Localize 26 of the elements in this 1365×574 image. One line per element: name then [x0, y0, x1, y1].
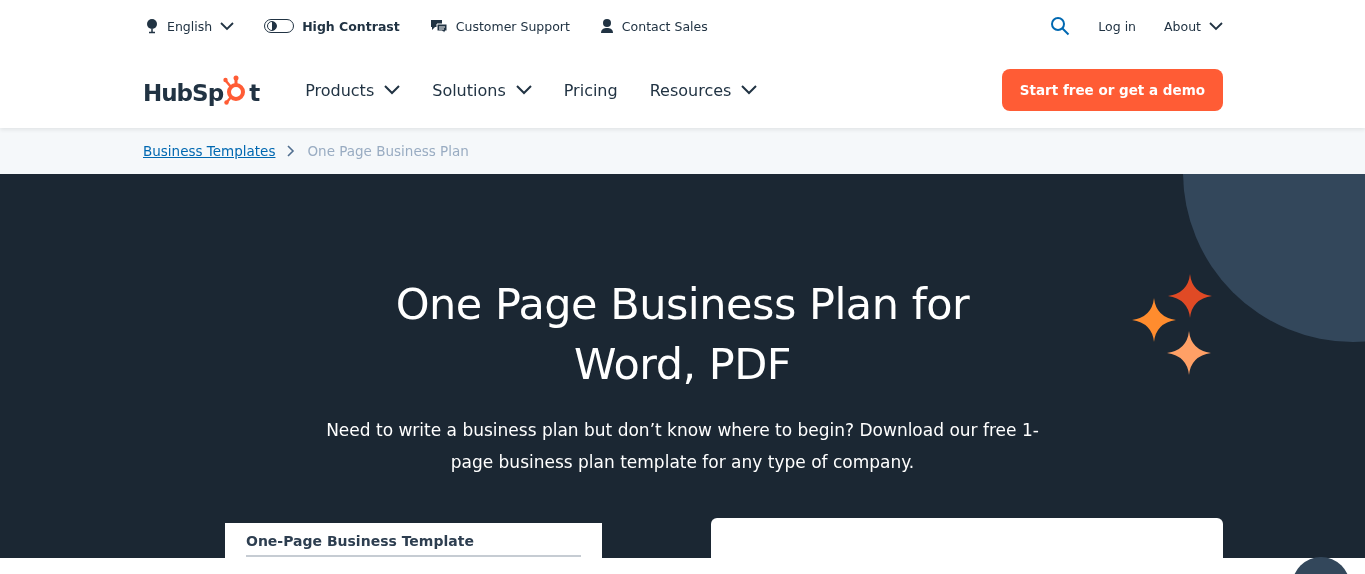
hero-description: Need to write a business plan but don’t know where to begin? Download our free 1-page business plan template for any type of company. — [325, 419, 1040, 474]
page-title: One Page Business Plan for Word, PDF — [395, 278, 970, 391]
chevron-down-icon — [1209, 21, 1223, 31]
search-icon[interactable] — [1050, 16, 1071, 36]
login-link[interactable]: Log in — [1098, 18, 1137, 34]
globe-icon — [145, 18, 159, 34]
person-icon — [599, 18, 614, 34]
nav-menu-item[interactable]: Solutions — [432, 80, 532, 100]
breadcrumb-current: One Page Business Plan — [307, 143, 469, 159]
nav-menu-item[interactable]: Resources — [649, 80, 758, 100]
chevron-down-icon — [741, 85, 758, 95]
chat-bubbles-icon — [429, 19, 448, 33]
nav-menu-item[interactable]: Pricing — [563, 80, 618, 100]
chevron-down-icon — [515, 85, 532, 95]
template-title: One-Page Business Template — [246, 533, 581, 557]
nav-menu-item[interactable]: Products — [305, 80, 401, 100]
chevron-down-icon — [220, 21, 235, 31]
utility-link[interactable]: Contact Sales — [599, 18, 708, 34]
language-selector[interactable]: English — [145, 18, 235, 34]
breadcrumb-link[interactable]: Business Templates — [143, 143, 276, 159]
about-menu[interactable]: About — [1164, 18, 1223, 34]
hubspot-logo[interactable]: HubSp t — [143, 74, 260, 106]
chevron-down-icon — [384, 85, 401, 95]
utility-link[interactable]: Customer Support — [429, 18, 570, 34]
chevron-right-icon — [287, 145, 296, 157]
high-contrast-toggle[interactable]: High Contrast — [264, 18, 400, 34]
